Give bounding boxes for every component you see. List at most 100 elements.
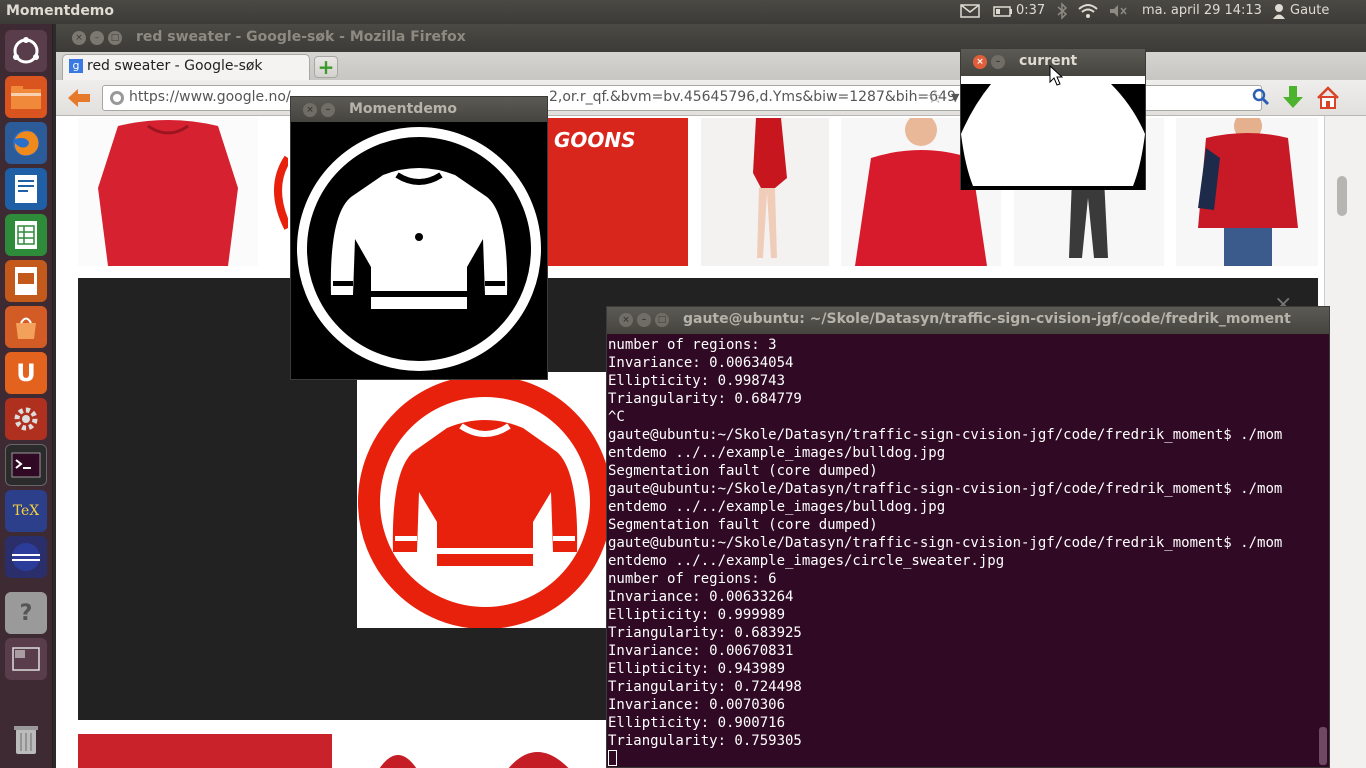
launcher: U TeX ? xyxy=(0,24,53,768)
mouse-pointer-icon xyxy=(1049,64,1064,91)
terminal-scrollbar[interactable] xyxy=(1319,727,1327,765)
binary-sweater-image xyxy=(291,123,547,379)
files-icon[interactable] xyxy=(5,76,47,118)
terminal-line: ^C xyxy=(608,409,625,425)
clock[interactable]: ma. april 29 14:13 xyxy=(1142,3,1262,18)
image-result[interactable] xyxy=(701,118,829,266)
terminal-cursor xyxy=(608,750,617,766)
terminal-line: Triangularity: 0.683925 xyxy=(608,625,802,641)
dash-icon[interactable] xyxy=(5,30,47,72)
terminal-line: Ellipticity: 0.998743 xyxy=(608,373,786,389)
preview-image-red-sweater xyxy=(357,372,607,628)
eclipse-icon[interactable] xyxy=(5,536,47,578)
url-text-left: https://www.google.no/ xyxy=(129,89,291,105)
site-identity-icon[interactable] xyxy=(109,90,125,110)
image-result[interactable] xyxy=(78,734,332,768)
terminal-line: Ellipticity: 0.900716 xyxy=(608,715,786,731)
active-app-name: Momentdemo xyxy=(6,3,115,19)
image-result[interactable] xyxy=(78,118,258,266)
terminal-line: Invariance: 0.00670831 xyxy=(608,643,794,659)
image-result[interactable] xyxy=(346,734,452,768)
battery-time: 0:37 xyxy=(1016,3,1046,18)
top-panel: Momentdemo 0:37 ma. april 29 14:13 Gaute xyxy=(0,0,1366,24)
terminal-line: Segmentation fault (core dumped) xyxy=(608,517,878,533)
terminal-line: entdemo ../../example_images/bulldog.jpg xyxy=(608,499,946,515)
mail-icon[interactable] xyxy=(960,2,980,24)
terminal-line: Invariance: 0.0070306 xyxy=(608,697,786,713)
terminal-icon[interactable] xyxy=(5,444,47,486)
current-region-image xyxy=(961,76,1145,190)
help-icon[interactable]: ? xyxy=(5,592,47,634)
url-text-right: 2,or.r_qf.&bvm=bv.45645796,d.Yms&biw=128… xyxy=(549,89,956,105)
minimize-icon[interactable]: – xyxy=(637,313,651,327)
workspace-icon[interactable] xyxy=(5,638,47,680)
terminal-output[interactable]: number of regions: 3 Invariance: 0.006340… xyxy=(608,336,1328,766)
current-window: × – current xyxy=(960,48,1146,190)
image-result[interactable]: GOONS xyxy=(548,118,688,266)
tab-google-search[interactable]: g red sweater - Google-søk xyxy=(62,54,310,80)
new-tab-button[interactable]: + xyxy=(314,56,338,78)
wifi-icon[interactable] xyxy=(1077,2,1099,24)
nav-bar: https://www.google.no/ 2,or.r_qf.&bvm=bv… xyxy=(56,80,1366,116)
scrollbar-thumb[interactable] xyxy=(1337,176,1347,216)
momentdemo-window: × – Momentdemo xyxy=(290,96,548,380)
maximize-icon[interactable]: □ xyxy=(655,313,669,327)
search-icon[interactable] xyxy=(1252,88,1270,110)
trash-icon[interactable] xyxy=(5,718,47,760)
home-icon[interactable] xyxy=(1316,86,1340,114)
google-favicon-icon: g xyxy=(69,59,83,73)
terminal-window: × – □ gaute@ubuntu: ~/Skole/Datasyn/traf… xyxy=(606,306,1330,768)
terminal-line: gaute@ubuntu:~/Skole/Datasyn/traffic-sig… xyxy=(608,535,1283,551)
volume-icon[interactable] xyxy=(1108,2,1128,24)
close-icon[interactable]: × xyxy=(973,55,987,69)
terminal-line: Invariance: 0.00634054 xyxy=(608,355,794,371)
bluetooth-icon[interactable] xyxy=(1055,2,1069,24)
terminal-line: number of regions: 3 xyxy=(608,337,777,353)
settings-icon[interactable] xyxy=(5,398,47,440)
battery-icon[interactable] xyxy=(993,2,1013,24)
minimize-icon[interactable]: – xyxy=(991,55,1005,69)
terminal-line: Triangularity: 0.724498 xyxy=(608,679,802,695)
software-center-icon[interactable] xyxy=(5,306,47,348)
close-icon[interactable]: × xyxy=(619,313,633,327)
download-icon[interactable] xyxy=(1282,85,1304,115)
terminal-title: gaute@ubuntu: ~/Skole/Datasyn/traffic-si… xyxy=(683,311,1291,327)
firefox-icon[interactable] xyxy=(5,122,47,164)
terminal-line: Triangularity: 0.684779 xyxy=(608,391,802,407)
image-result[interactable] xyxy=(268,118,292,266)
firefox-titlebar[interactable]: × – □ red sweater - Google-søk - Mozilla… xyxy=(56,24,1366,52)
texmaker-icon[interactable]: TeX xyxy=(5,490,47,532)
terminal-line: Triangularity: 0.759305 xyxy=(608,733,802,749)
maximize-icon[interactable]: □ xyxy=(108,31,122,45)
calc-icon[interactable] xyxy=(5,214,47,256)
thumb-text: GOONS xyxy=(554,128,636,152)
terminal-line: Invariance: 0.00633264 xyxy=(608,589,794,605)
close-icon[interactable]: × xyxy=(72,31,86,45)
tab-label: red sweater - Google-søk xyxy=(87,58,263,74)
scrollbar[interactable] xyxy=(1324,116,1366,768)
dropdown-arrow-icon[interactable]: ▼ xyxy=(951,91,959,104)
terminal-line: number of regions: 6 xyxy=(608,571,777,587)
terminal-line: Ellipticity: 0.999989 xyxy=(608,607,786,623)
user-icon[interactable] xyxy=(1272,2,1286,24)
momentdemo-title: Momentdemo xyxy=(349,101,458,117)
minimize-icon[interactable]: – xyxy=(90,31,104,45)
close-icon[interactable]: × xyxy=(303,103,317,117)
impress-icon[interactable] xyxy=(5,260,47,302)
user-name[interactable]: Gaute xyxy=(1290,3,1329,18)
momentdemo-titlebar[interactable]: × – Momentdemo xyxy=(291,97,547,122)
back-arrow-icon[interactable] xyxy=(66,87,92,113)
terminal-line: Segmentation fault (core dumped) xyxy=(608,463,878,479)
image-result[interactable] xyxy=(464,734,609,768)
bookmark-star-icon[interactable]: ☆ xyxy=(927,87,943,108)
writer-icon[interactable] xyxy=(5,168,47,210)
terminal-line: Ellipticity: 0.943989 xyxy=(608,661,786,677)
terminal-line: entdemo ../../example_images/bulldog.jpg xyxy=(608,445,946,461)
ubuntu-one-icon[interactable]: U xyxy=(5,352,47,394)
terminal-line: gaute@ubuntu:~/Skole/Datasyn/traffic-sig… xyxy=(608,427,1283,443)
terminal-titlebar[interactable]: × – □ gaute@ubuntu: ~/Skole/Datasyn/traf… xyxy=(607,307,1329,334)
tab-bar: g red sweater - Google-søk + xyxy=(56,52,1366,80)
minimize-icon[interactable]: – xyxy=(321,103,335,117)
image-result[interactable] xyxy=(1176,116,1318,266)
window-title: red sweater - Google-søk - Mozilla Firef… xyxy=(136,29,466,45)
